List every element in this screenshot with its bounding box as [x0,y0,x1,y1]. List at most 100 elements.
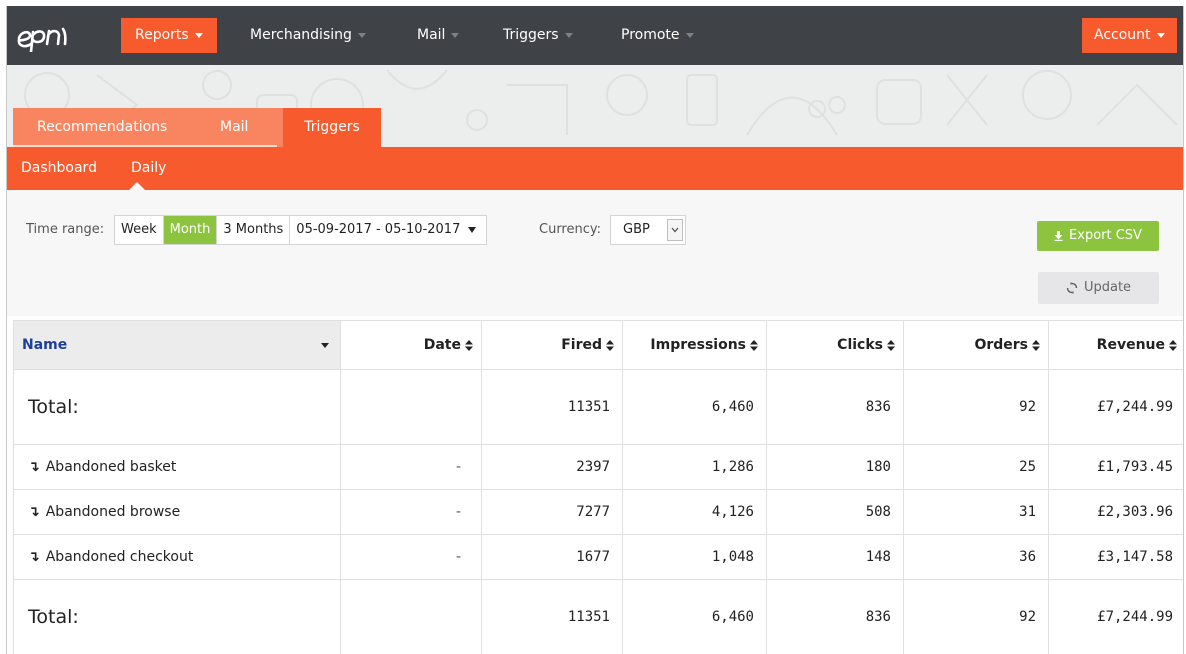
sort-icon [1169,339,1177,351]
tab-triggers[interactable]: Triggers [283,108,381,147]
nav-reports-label: Reports [135,27,189,43]
column-header-orders[interactable]: Orders [903,320,1049,370]
trigger-revenue: £2,303.96 [1048,489,1183,535]
top-nav: Reports Merchandising Mail Triggers Prom… [7,6,1183,65]
chevron-down-icon[interactable] [667,219,683,241]
column-header-impressions[interactable]: Impressions [622,320,767,370]
trigger-fired: 1677 [481,534,623,580]
tab-mail-label: Mail [220,119,249,135]
subitem-arrow-icon: ↴ [28,459,40,475]
tab-recommendations-label: Recommendations [37,119,168,135]
trigger-revenue: £1,793.45 [1048,444,1183,490]
nav-triggers-label: Triggers [503,27,559,43]
trigger-name: Abandoned checkout [45,549,194,565]
column-header-revenue[interactable]: Revenue [1048,320,1183,370]
column-header-impressions-label: Impressions [650,337,746,353]
trigger-name-cell: ↴ Abandoned checkout [13,534,341,580]
trigger-impressions: 1,048 [622,534,767,580]
total-row-top: Total: 11351 6,460 836 92 £7,244.99 [13,369,1183,445]
total-row-bottom: Total: 11351 6,460 836 92 £7,244.99 [13,579,1183,654]
table-row[interactable]: ↴ Abandoned browse - 7277 4,126 508 31 £2… [13,489,1183,535]
report-tabs: Recommendations Mail Triggers [13,108,381,147]
sort-icon [465,339,473,351]
filter-panel: Time range: Week Month 3 Months 05-09-20… [7,190,1183,316]
chevron-down-icon [685,32,694,38]
triggers-table: Name Date Fired Impressions Clicks Order… [13,320,1183,654]
trigger-name-cell: ↴ Abandoned basket [13,444,341,490]
download-icon [1054,230,1063,241]
trigger-orders: 31 [903,489,1049,535]
total-date-cell [340,369,482,445]
tab-mail[interactable]: Mail [220,108,248,147]
total-orders: 92 [903,369,1049,445]
total-revenue: £7,244.99 [1048,579,1183,654]
sort-icon [1032,339,1040,351]
tab-recommendations[interactable]: Recommendations [37,108,167,147]
trigger-name: Abandoned basket [45,459,177,475]
date-range-value: 05-09-2017 - 05-10-2017 [296,222,461,237]
account-label: Account [1094,27,1151,43]
column-header-clicks[interactable]: Clicks [766,320,904,370]
export-csv-button[interactable]: Export CSV [1037,221,1159,251]
total-impressions: 6,460 [622,369,767,445]
trigger-fired: 7277 [481,489,623,535]
epi-logo[interactable] [15,18,83,52]
refresh-icon [1066,281,1078,294]
subtab-bar: Dashboard Daily [7,147,1183,190]
account-menu[interactable]: Account [1082,18,1177,53]
column-header-fired-label: Fired [561,337,602,353]
subitem-arrow-icon: ↴ [28,504,40,520]
range-3months-button[interactable]: 3 Months [217,216,291,244]
range-week-button[interactable]: Week [115,216,164,244]
column-header-date[interactable]: Date [340,320,482,370]
total-fired: 11351 [481,579,623,654]
chevron-down-icon [1156,32,1165,38]
trigger-name-cell: ↴ Abandoned browse [13,489,341,535]
nav-mail-label: Mail [417,27,446,43]
nav-reports[interactable]: Reports [121,18,217,53]
update-label: Update [1083,280,1132,295]
chevron-down-icon [357,32,366,38]
trigger-date: - [340,444,482,490]
table-row[interactable]: ↴ Abandoned checkout - 1677 1,048 148 36 … [13,534,1183,580]
range-month-button[interactable]: Month [163,216,218,244]
column-header-fired[interactable]: Fired [481,320,623,370]
chevron-down-icon [194,32,203,38]
total-orders: 92 [903,579,1049,654]
sort-icon [750,339,758,351]
active-subtab-pointer [129,182,145,190]
subtab-dashboard[interactable]: Dashboard [21,147,97,190]
time-range-selector: Week Month 3 Months 05-09-2017 - 05-10-2… [114,215,488,245]
trigger-impressions: 4,126 [622,489,767,535]
chevron-down-icon [564,32,573,38]
nav-promote[interactable]: Promote [607,18,708,53]
nav-mail[interactable]: Mail [403,18,473,53]
trigger-revenue: £3,147.58 [1048,534,1183,580]
app-frame: Reports Merchandising Mail Triggers Prom… [6,6,1184,654]
table-header-row: Name Date Fired Impressions Clicks Order… [13,320,1183,370]
nav-merchandising[interactable]: Merchandising [236,18,380,53]
trigger-orders: 36 [903,534,1049,580]
table-row[interactable]: ↴ Abandoned basket - 2397 1,286 180 25 £1… [13,444,1183,490]
date-range-picker[interactable]: 05-09-2017 - 05-10-2017 [290,216,486,244]
column-header-name[interactable]: Name [13,320,341,370]
trigger-fired: 2397 [481,444,623,490]
column-header-revenue-label: Revenue [1096,337,1165,353]
nav-triggers[interactable]: Triggers [489,18,587,53]
total-clicks: 836 [766,579,904,654]
nav-promote-label: Promote [621,27,680,43]
currency-value: GBP [623,222,650,237]
update-button[interactable]: Update [1038,272,1159,304]
trigger-clicks: 180 [766,444,904,490]
trigger-clicks: 148 [766,534,904,580]
sort-icon [606,339,614,351]
currency-select[interactable]: GBP [610,215,686,245]
column-header-clicks-label: Clicks [837,337,883,353]
sort-desc-icon [321,343,329,348]
total-clicks: 836 [766,369,904,445]
trigger-clicks: 508 [766,489,904,535]
trigger-impressions: 1,286 [622,444,767,490]
tab-triggers-label: Triggers [304,119,360,135]
column-header-orders-label: Orders [974,337,1028,353]
sort-icon [887,339,895,351]
